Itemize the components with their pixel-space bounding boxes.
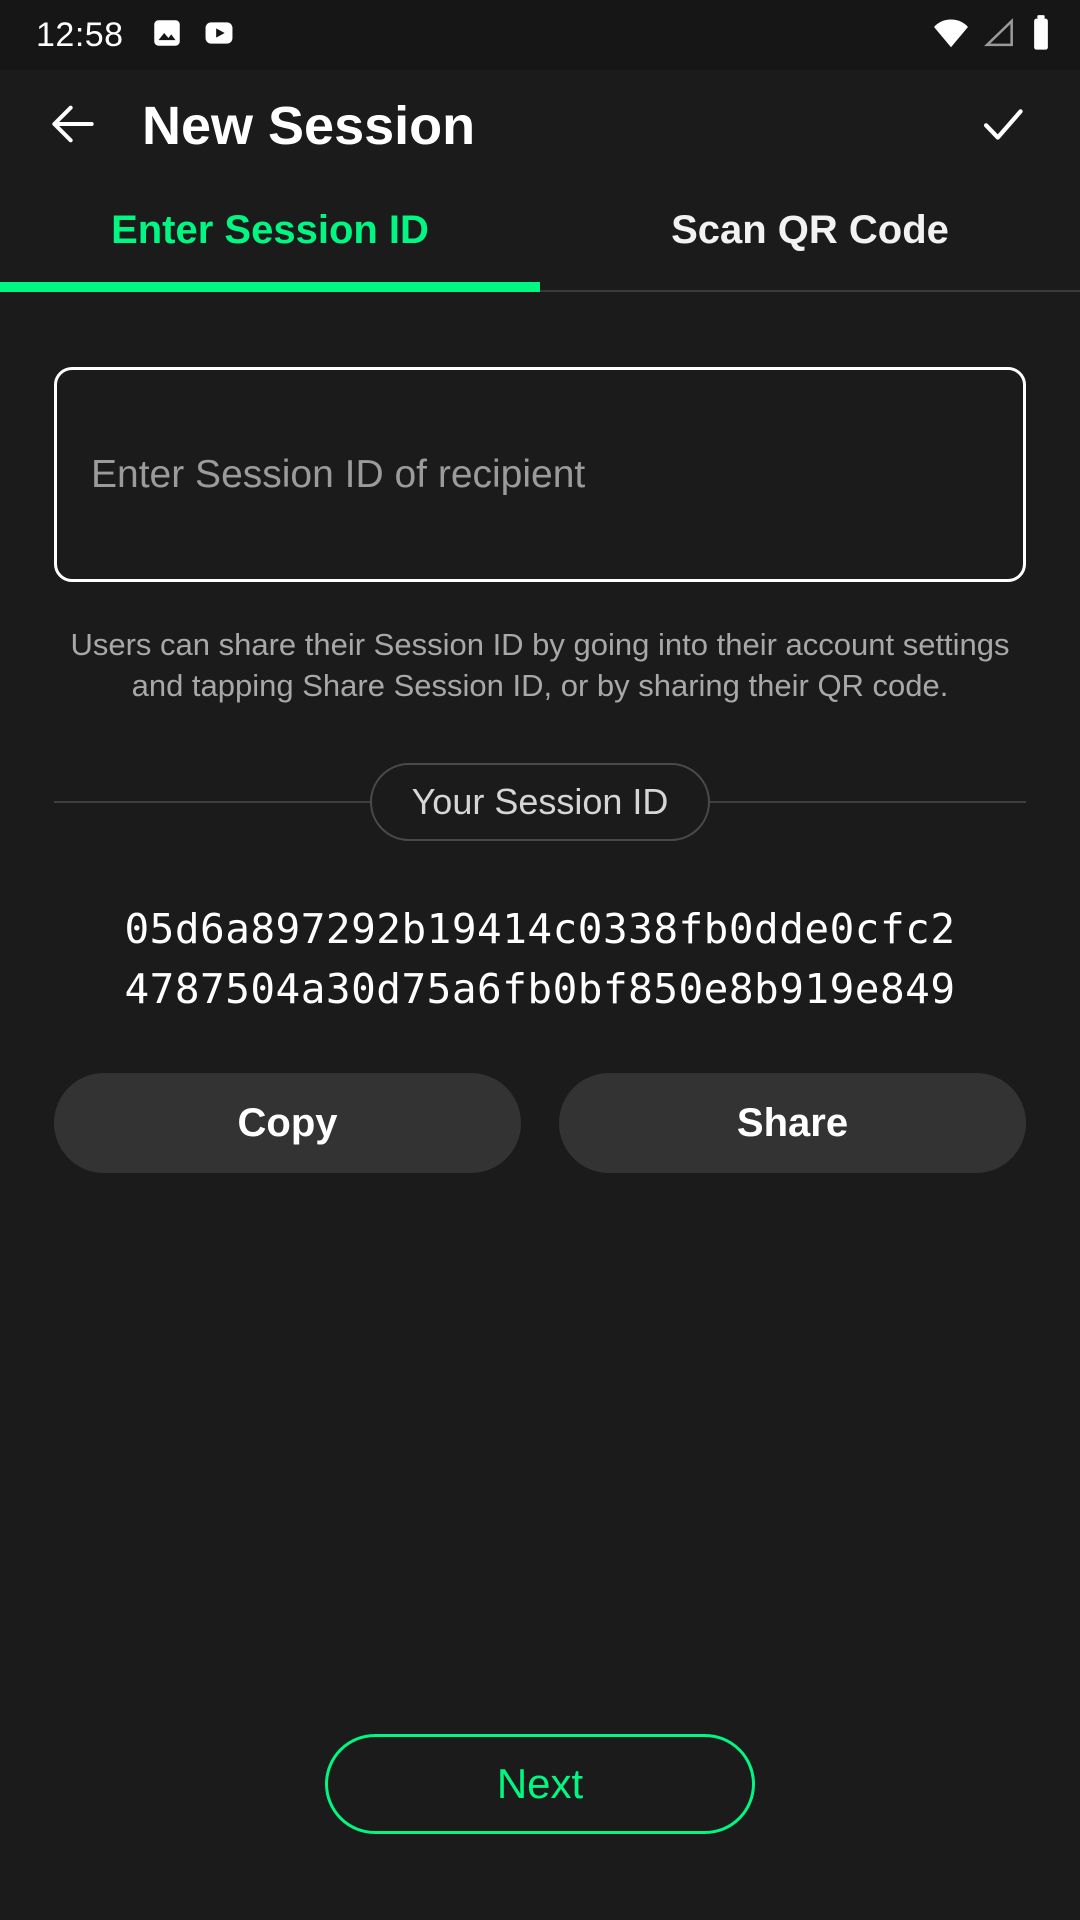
your-session-id-value[interactable]: 05d6a897292b19414c0338fb0dde0cfc2 478750… bbox=[54, 900, 1026, 1019]
gallery-icon bbox=[150, 16, 184, 55]
divider-label: Your Session ID bbox=[369, 763, 711, 842]
wifi-icon bbox=[932, 14, 970, 57]
session-id-line-2: 4787504a30d75a6fb0bf850e8b919e849 bbox=[124, 964, 956, 1013]
confirm-button[interactable] bbox=[966, 89, 1040, 163]
session-id-input-placeholder: Enter Session ID of recipient bbox=[91, 452, 586, 496]
main-content: Enter Session ID of recipient Users can … bbox=[0, 292, 1080, 1920]
divider-line-right bbox=[710, 801, 1027, 804]
status-bar-clock: 12:58 bbox=[36, 15, 124, 54]
session-id-line-1: 05d6a897292b19414c0338fb0dde0cfc2 bbox=[124, 905, 956, 954]
youtube-icon bbox=[202, 16, 236, 55]
check-icon bbox=[976, 97, 1030, 156]
tab-scan-qr-code[interactable]: Scan QR Code bbox=[540, 182, 1080, 292]
tab-enter-session-id[interactable]: Enter Session ID bbox=[0, 182, 540, 292]
back-arrow-icon bbox=[45, 96, 101, 157]
battery-icon bbox=[1028, 14, 1054, 57]
new-session-screen: 12:58 New Session Enter Session ID Scan … bbox=[0, 0, 1080, 1920]
helper-text: Users can share their Session ID by goin… bbox=[70, 627, 1010, 704]
tab-enter-session-id-label: Enter Session ID bbox=[111, 207, 429, 252]
session-id-input[interactable]: Enter Session ID of recipient bbox=[54, 367, 1026, 582]
tab-active-indicator bbox=[0, 282, 540, 292]
back-button[interactable] bbox=[36, 89, 110, 163]
status-bar: 12:58 bbox=[0, 0, 1080, 70]
app-bar: New Session bbox=[0, 70, 1080, 182]
divider-line-left bbox=[54, 801, 370, 804]
page-title: New Session bbox=[142, 96, 476, 156]
tab-bar: Enter Session ID Scan QR Code bbox=[0, 182, 1080, 292]
cellular-signal-icon bbox=[980, 14, 1018, 57]
footer: Next bbox=[54, 1734, 1026, 1920]
tab-scan-qr-code-label: Scan QR Code bbox=[671, 207, 949, 252]
your-session-id-divider: Your Session ID bbox=[54, 758, 1027, 846]
status-bar-system-icons bbox=[932, 14, 1054, 57]
status-bar-notification-icons bbox=[150, 16, 236, 55]
share-button[interactable]: Share bbox=[559, 1073, 1026, 1174]
copy-button[interactable]: Copy bbox=[54, 1073, 521, 1174]
next-button[interactable]: Next bbox=[325, 1734, 755, 1834]
session-id-actions: Copy Share bbox=[54, 1073, 1026, 1174]
